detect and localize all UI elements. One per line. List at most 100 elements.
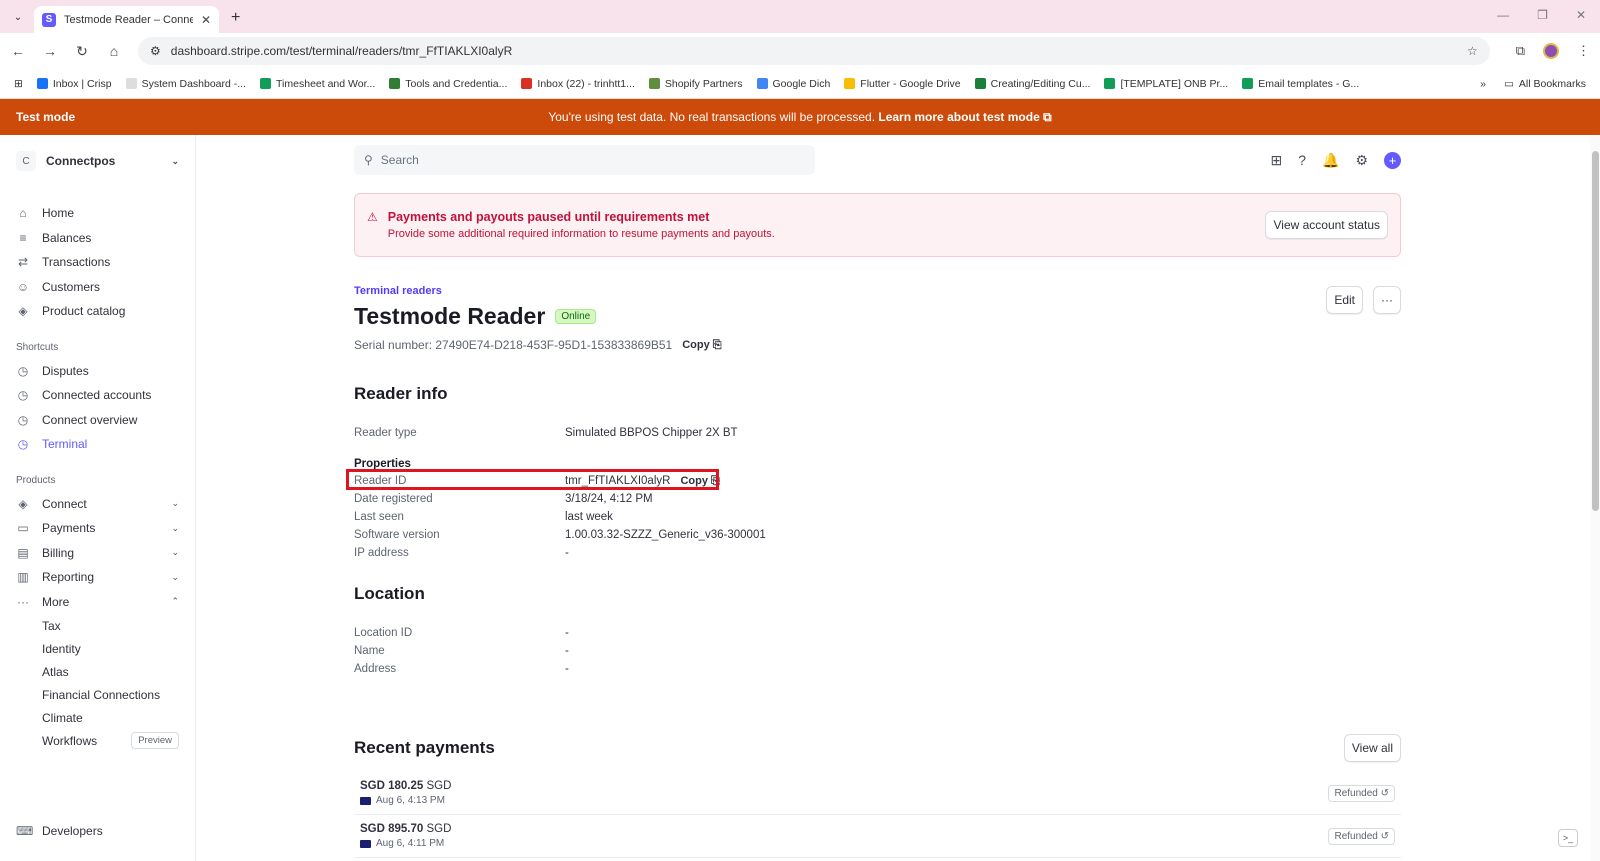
- sidebar-subitem-workflows[interactable]: Workflows Preview: [16, 729, 179, 752]
- payment-amount: SGD 895.70 SGD: [360, 823, 451, 835]
- sidebar-subitem-label: Financial Connections: [42, 687, 161, 702]
- sidebar-subitem-identity[interactable]: Identity: [16, 637, 179, 660]
- view-account-status-button[interactable]: View account status: [1265, 211, 1388, 239]
- bookmark-item[interactable]: [TEMPLATE] ONB Pr...: [1104, 78, 1228, 90]
- close-window-icon[interactable]: ✕: [1576, 8, 1586, 22]
- bookmark-item[interactable]: Tools and Credentia...: [389, 78, 507, 90]
- sidebar-item-payments[interactable]: ▭ Payments ⌄: [16, 516, 179, 541]
- search-input[interactable]: ⚲ Search: [354, 145, 815, 175]
- payment-row[interactable]: SGD 180.25 SGD Aug 6, 4:13 PM Refunded ↺: [354, 772, 1401, 815]
- sidebar-item-billing[interactable]: ▤ Billing ⌄: [16, 541, 179, 566]
- sidebar-item-more[interactable]: ··· More ⌃: [16, 590, 179, 615]
- settings-gear-icon[interactable]: ⚙: [1355, 152, 1368, 169]
- bookmark-favicon-icon: [125, 78, 137, 89]
- bookmark-item[interactable]: Timesheet and Wor...: [260, 78, 375, 90]
- sidebar-item-transactions[interactable]: ⇄ Transactions: [16, 250, 179, 275]
- profile-avatar[interactable]: [1543, 43, 1559, 59]
- sidebar-subitem-financial-connections[interactable]: Financial Connections: [16, 683, 179, 706]
- nav-icon: ◈: [18, 496, 28, 511]
- more-bookmarks-icon[interactable]: »: [1480, 78, 1486, 90]
- sidebar-item-reporting[interactable]: ▥ Reporting ⌄: [16, 565, 179, 590]
- sidebar-item-label: Customers: [42, 279, 101, 294]
- bookmark-item[interactable]: Email templates - G...: [1242, 78, 1359, 90]
- help-icon[interactable]: ?: [1298, 152, 1306, 168]
- reload-icon[interactable]: ↻: [74, 43, 90, 60]
- property-label: Location ID: [354, 627, 413, 639]
- nav-icon: ▥: [17, 570, 29, 585]
- sidebar-subitem-climate[interactable]: Climate: [16, 706, 179, 729]
- extensions-icon[interactable]: ⧉: [1516, 43, 1525, 59]
- test-mode-message: You're using test data. No real transact…: [548, 109, 876, 124]
- property-label: Last seen: [354, 511, 404, 523]
- view-all-button[interactable]: View all: [1343, 734, 1401, 762]
- bookmark-item[interactable]: Google Dich: [756, 78, 830, 90]
- url-field[interactable]: ⚙ dashboard.stripe.com/test/terminal/rea…: [138, 37, 1490, 65]
- sidebar-item-connected-accounts[interactable]: ◷ Connected accounts: [16, 383, 179, 408]
- bookmark-item[interactable]: Shopify Partners: [648, 78, 743, 90]
- warning-icon: ⚠: [367, 210, 378, 224]
- notifications-bell-icon[interactable]: 🔔: [1322, 152, 1339, 169]
- alert-title: Payments and payouts paused until requir…: [387, 210, 710, 224]
- apps-icon[interactable]: ⊞: [1270, 152, 1282, 169]
- recent-payments-heading: Recent payments: [354, 738, 495, 757]
- apps-grid-icon[interactable]: ⊞: [14, 78, 23, 90]
- bookmark-item[interactable]: Inbox (22) - trinhtt1...: [521, 78, 635, 90]
- all-bookmarks[interactable]: ▭ All Bookmarks: [1504, 78, 1586, 90]
- bookmark-favicon-icon: [1104, 78, 1116, 89]
- sidebar-item-developers[interactable]: ⌨ Developers: [16, 819, 180, 844]
- reader-info-heading: Reader info: [354, 384, 448, 403]
- back-icon[interactable]: ←: [10, 43, 26, 59]
- sidebar-item-home[interactable]: ⌂ Home: [16, 201, 179, 226]
- property-row: Name -: [354, 642, 1600, 660]
- learn-more-link[interactable]: Learn more about test mode ⧉: [878, 110, 1051, 124]
- sidebar-item-product-catalog[interactable]: ◈ Product catalog: [16, 299, 179, 324]
- sidebar-item-customers[interactable]: ☺ Customers: [16, 275, 179, 300]
- console-icon[interactable]: >_: [1558, 829, 1578, 847]
- home-icon[interactable]: ⌂: [106, 43, 122, 59]
- sidebar-item-balances[interactable]: ≡ Balances: [16, 226, 179, 251]
- bookmark-star-icon[interactable]: ☆: [1467, 44, 1478, 58]
- bookmark-item[interactable]: System Dashboard -...: [125, 78, 246, 90]
- site-info-icon[interactable]: ⚙: [150, 44, 161, 58]
- sidebar-item-label: Connect overview: [42, 412, 138, 427]
- nav-icon: ◷: [17, 437, 29, 452]
- page-scrollbar[interactable]: [1590, 135, 1600, 861]
- bookmark-item[interactable]: Creating/Editing Cu...: [974, 78, 1090, 90]
- sidebar-item-terminal[interactable]: ◷ Terminal: [16, 432, 179, 457]
- sidebar-item-connect-overview[interactable]: ◷ Connect overview: [16, 408, 179, 433]
- sidebar-subitem-atlas[interactable]: Atlas: [16, 660, 179, 683]
- sidebar-item-connect[interactable]: ◈ Connect ⌄: [16, 492, 179, 517]
- sidebar-subitem-tax[interactable]: Tax: [16, 614, 179, 637]
- bookmark-item[interactable]: Inbox | Crisp: [36, 78, 112, 90]
- property-value: 1.00.03.32-SZZZ_Generic_v36-300001: [565, 529, 766, 541]
- copy-serial-button[interactable]: Copy ⎘: [682, 339, 721, 352]
- browser-tab[interactable]: S Testmode Reader – Connectpos ✕: [34, 6, 219, 33]
- tab-search-icon[interactable]: ⌄: [8, 7, 28, 27]
- property-value-text: last week: [565, 511, 613, 523]
- account-switcher[interactable]: C Connectpos ⌄: [16, 151, 179, 171]
- bookmarks-bar: ⊞ Inbox | Crisp System Dashboard -... Time…: [0, 69, 1600, 99]
- bookmark-favicon-icon: [756, 78, 768, 89]
- refunded-badge: Refunded ↺: [1328, 827, 1395, 845]
- property-row: Date registered 3/18/24, 4:12 PM: [354, 490, 1600, 508]
- sidebar-subitem-label: Climate: [42, 710, 83, 725]
- nav-icon: ···: [17, 594, 29, 609]
- create-plus-icon[interactable]: +: [1384, 151, 1401, 169]
- sidebar-item-label: Connected accounts: [42, 388, 152, 403]
- sidebar-item-disputes[interactable]: ◷ Disputes: [16, 359, 179, 384]
- more-actions-button[interactable]: ···: [1373, 285, 1401, 314]
- breadcrumb[interactable]: Terminal readers: [354, 285, 1600, 297]
- bookmark-item[interactable]: Flutter - Google Drive: [844, 78, 961, 90]
- browser-menu-icon[interactable]: ⋮: [1577, 43, 1590, 59]
- bookmark-label: Email templates - G...: [1258, 77, 1360, 90]
- close-tab-icon[interactable]: ✕: [201, 13, 211, 27]
- new-tab-icon[interactable]: +: [231, 9, 240, 27]
- restore-icon[interactable]: ❐: [1537, 8, 1548, 22]
- bookmark-label: Timesheet and Wor...: [276, 77, 376, 90]
- minimize-icon[interactable]: —: [1497, 8, 1509, 22]
- forward-icon[interactable]: →: [42, 43, 58, 59]
- edit-button[interactable]: Edit: [1326, 285, 1363, 314]
- folder-icon: ▭: [1503, 77, 1514, 90]
- payment-row[interactable]: SGD 895.70 SGD Aug 6, 4:11 PM Refunded ↺: [354, 815, 1401, 858]
- visa-card-icon: [360, 839, 371, 848]
